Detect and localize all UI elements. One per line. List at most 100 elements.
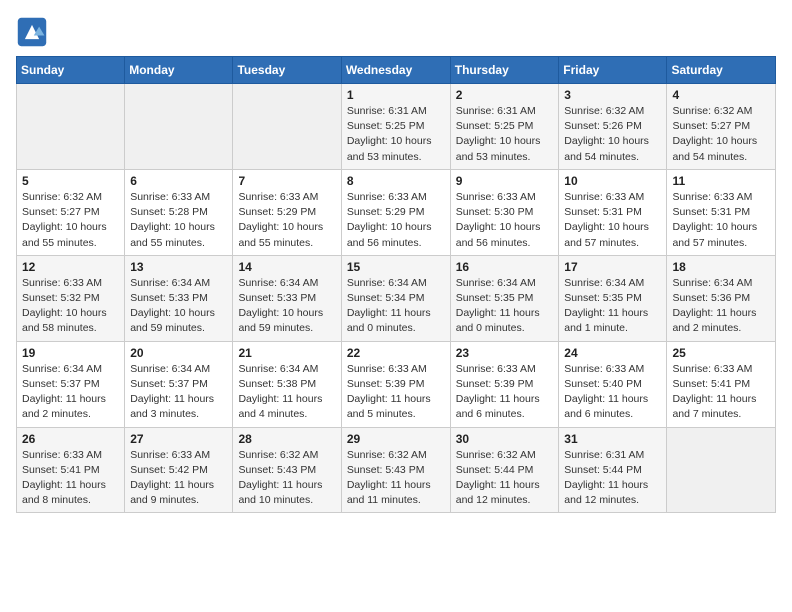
day-detail: Sunrise: 6:34 AM Sunset: 5:35 PM Dayligh… [456,276,554,337]
day-number: 2 [456,88,554,102]
day-header-wednesday: Wednesday [341,57,450,84]
day-header-saturday: Saturday [667,57,776,84]
logo [16,16,52,48]
day-number: 1 [347,88,445,102]
day-detail: Sunrise: 6:34 AM Sunset: 5:37 PM Dayligh… [22,362,119,423]
day-number: 8 [347,174,445,188]
day-number: 3 [564,88,661,102]
calendar-cell: 1 Sunrise: 6:31 AM Sunset: 5:25 PM Daylig… [341,84,450,170]
calendar-cell: 8Sunrise: 6:33 AM Sunset: 5:29 PM Daylig… [341,169,450,255]
day-detail: Sunrise: 6:32 AM Sunset: 5:43 PM Dayligh… [347,448,445,509]
calendar-cell: 18 Sunrise: 6:34 AM Sunset: 5:36 PM Dayli… [667,255,776,341]
day-number: 23 [456,346,554,360]
day-detail: Sunrise: 6:34 AM Sunset: 5:36 PM Dayligh… [672,276,770,337]
calendar-week-row: 12 Sunrise: 6:33 AM Sunset: 5:32 PM Dayli… [17,255,776,341]
calendar-cell: 21 Sunrise: 6:34 AM Sunset: 5:38 PM Dayli… [233,341,341,427]
day-detail: Sunrise: 6:33 AM Sunset: 5:40 PM Dayligh… [564,362,661,423]
day-detail: Sunrise: 6:32 AM Sunset: 5:43 PM Dayligh… [238,448,335,509]
day-number: 10 [564,174,661,188]
day-detail: Sunrise: 6:32 AM Sunset: 5:26 PM Dayligh… [564,104,661,165]
day-detail: Sunrise: 6:34 AM Sunset: 5:33 PM Dayligh… [130,276,227,337]
day-detail: Sunrise: 6:33 AM Sunset: 5:41 PM Dayligh… [672,362,770,423]
calendar-cell: 28 Sunrise: 6:32 AM Sunset: 5:43 PM Dayli… [233,427,341,513]
calendar-cell: 17 Sunrise: 6:34 AM Sunset: 5:35 PM Dayli… [559,255,667,341]
day-detail: Sunrise: 6:33 AM Sunset: 5:32 PM Dayligh… [22,276,119,337]
day-number: 5 [22,174,119,188]
day-number: 16 [456,260,554,274]
day-number: 21 [238,346,335,360]
day-detail: Sunrise: 6:33 AM Sunset: 5:28 PM Dayligh… [130,190,227,251]
day-detail: Sunrise: 6:31 AM Sunset: 5:25 PM Dayligh… [456,104,554,165]
day-detail: Sunrise: 6:32 AM Sunset: 5:44 PM Dayligh… [456,448,554,509]
day-number: 31 [564,432,661,446]
calendar-cell: 20 Sunrise: 6:34 AM Sunset: 5:37 PM Dayli… [125,341,233,427]
day-detail: Sunrise: 6:31 AM Sunset: 5:25 PM Dayligh… [347,104,445,165]
day-header-thursday: Thursday [450,57,559,84]
day-number: 11 [672,174,770,188]
day-number: 4 [672,88,770,102]
day-number: 19 [22,346,119,360]
day-number: 24 [564,346,661,360]
day-number: 12 [22,260,119,274]
day-detail: Sunrise: 6:32 AM Sunset: 5:27 PM Dayligh… [22,190,119,251]
calendar-cell: 15 Sunrise: 6:34 AM Sunset: 5:34 PM Dayli… [341,255,450,341]
logo-icon [16,16,48,48]
calendar-week-row: 19 Sunrise: 6:34 AM Sunset: 5:37 PM Dayli… [17,341,776,427]
day-detail: Sunrise: 6:33 AM Sunset: 5:41 PM Dayligh… [22,448,119,509]
calendar-cell: 29 Sunrise: 6:32 AM Sunset: 5:43 PM Dayli… [341,427,450,513]
day-number: 29 [347,432,445,446]
calendar-cell: 24 Sunrise: 6:33 AM Sunset: 5:40 PM Dayli… [559,341,667,427]
day-detail: Sunrise: 6:34 AM Sunset: 5:37 PM Dayligh… [130,362,227,423]
day-detail: Sunrise: 6:32 AM Sunset: 5:27 PM Dayligh… [672,104,770,165]
calendar-cell [125,84,233,170]
calendar-cell [667,427,776,513]
calendar-cell: 23 Sunrise: 6:33 AM Sunset: 5:39 PM Dayli… [450,341,559,427]
calendar-cell: 5 Sunrise: 6:32 AM Sunset: 5:27 PM Daylig… [17,169,125,255]
calendar-cell: 13 Sunrise: 6:34 AM Sunset: 5:33 PM Dayli… [125,255,233,341]
calendar-cell: 4 Sunrise: 6:32 AM Sunset: 5:27 PM Daylig… [667,84,776,170]
day-header-friday: Friday [559,57,667,84]
day-number: 13 [130,260,227,274]
calendar-week-row: 26Sunrise: 6:33 AM Sunset: 5:41 PM Dayli… [17,427,776,513]
calendar-cell: 10Sunrise: 6:33 AM Sunset: 5:31 PM Dayli… [559,169,667,255]
day-number: 22 [347,346,445,360]
day-number: 30 [456,432,554,446]
calendar-cell: 9Sunrise: 6:33 AM Sunset: 5:30 PM Daylig… [450,169,559,255]
calendar-cell: 7 Sunrise: 6:33 AM Sunset: 5:29 PM Daylig… [233,169,341,255]
calendar-cell: 27 Sunrise: 6:33 AM Sunset: 5:42 PM Dayli… [125,427,233,513]
day-detail: Sunrise: 6:34 AM Sunset: 5:34 PM Dayligh… [347,276,445,337]
day-number: 7 [238,174,335,188]
calendar-cell: 3 Sunrise: 6:32 AM Sunset: 5:26 PM Daylig… [559,84,667,170]
day-number: 18 [672,260,770,274]
day-detail: Sunrise: 6:34 AM Sunset: 5:35 PM Dayligh… [564,276,661,337]
calendar-header-row: SundayMondayTuesdayWednesdayThursdayFrid… [17,57,776,84]
calendar-cell: 12 Sunrise: 6:33 AM Sunset: 5:32 PM Dayli… [17,255,125,341]
calendar-cell: 30 Sunrise: 6:32 AM Sunset: 5:44 PM Dayli… [450,427,559,513]
calendar-cell [17,84,125,170]
day-number: 15 [347,260,445,274]
day-number: 17 [564,260,661,274]
calendar-cell: 16 Sunrise: 6:34 AM Sunset: 5:35 PM Dayli… [450,255,559,341]
day-detail: Sunrise: 6:34 AM Sunset: 5:38 PM Dayligh… [238,362,335,423]
day-number: 20 [130,346,227,360]
day-number: 14 [238,260,335,274]
day-detail: Sunrise: 6:33 AM Sunset: 5:42 PM Dayligh… [130,448,227,509]
day-detail: Sunrise: 6:33 AM Sunset: 5:29 PM Dayligh… [238,190,335,251]
day-number: 9 [456,174,554,188]
calendar-cell: 26Sunrise: 6:33 AM Sunset: 5:41 PM Dayli… [17,427,125,513]
calendar-cell: 11 Sunrise: 6:33 AM Sunset: 5:31 PM Dayli… [667,169,776,255]
day-header-monday: Monday [125,57,233,84]
day-number: 25 [672,346,770,360]
day-number: 28 [238,432,335,446]
calendar-cell: 14Sunrise: 6:34 AM Sunset: 5:33 PM Dayli… [233,255,341,341]
calendar-cell [233,84,341,170]
calendar-week-row: 5 Sunrise: 6:32 AM Sunset: 5:27 PM Daylig… [17,169,776,255]
calendar-cell: 25 Sunrise: 6:33 AM Sunset: 5:41 PM Dayli… [667,341,776,427]
day-detail: Sunrise: 6:33 AM Sunset: 5:39 PM Dayligh… [456,362,554,423]
day-detail: Sunrise: 6:31 AM Sunset: 5:44 PM Dayligh… [564,448,661,509]
day-number: 27 [130,432,227,446]
calendar-table: SundayMondayTuesdayWednesdayThursdayFrid… [16,56,776,513]
day-detail: Sunrise: 6:33 AM Sunset: 5:31 PM Dayligh… [672,190,770,251]
calendar-cell: 6Sunrise: 6:33 AM Sunset: 5:28 PM Daylig… [125,169,233,255]
day-header-sunday: Sunday [17,57,125,84]
